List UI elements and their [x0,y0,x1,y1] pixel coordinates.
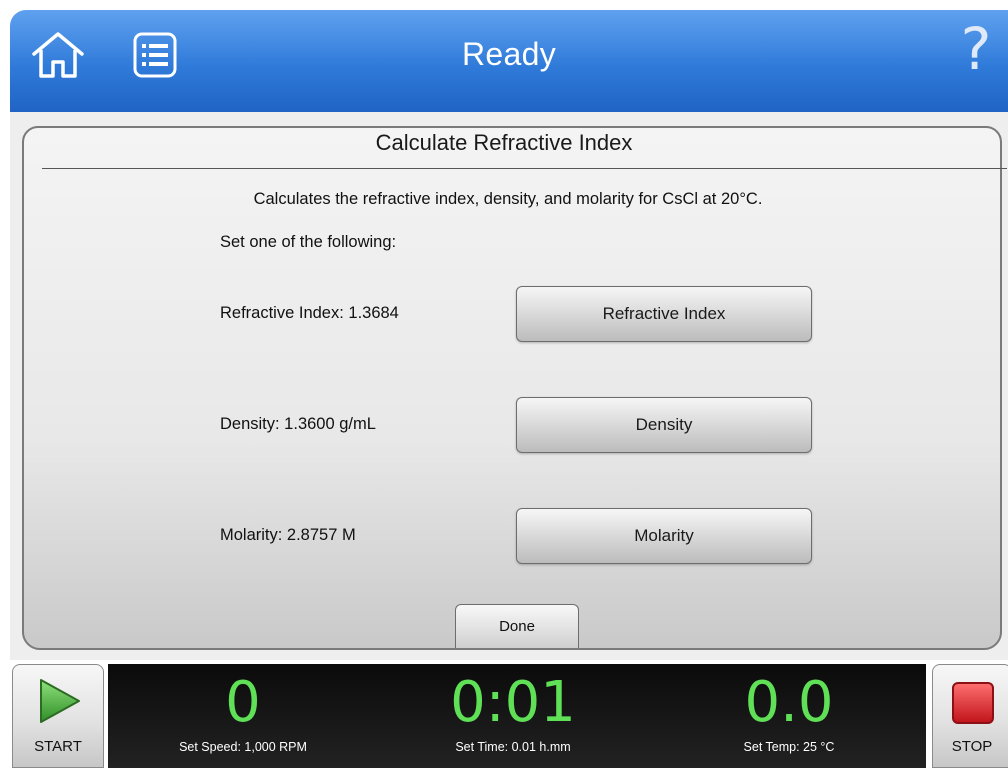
stop-button[interactable]: STOP [932,664,1008,768]
set-temp-label: Set Temp: 25 °C [743,740,835,754]
time-value: 0:01 [450,670,576,735]
time-readout: 0:01 Set Time: 0.01 h.mm [378,668,648,754]
set-time-label: Set Time: 0.01 h.mm [455,740,571,754]
set-speed-label: Set Speed: 1,000 RPM [179,740,307,754]
molarity-button[interactable]: Molarity [516,508,812,564]
speed-readout: 0 Set Speed: 1,000 RPM [108,668,378,754]
dialog-description: Calculates the refractive index, density… [253,190,763,208]
refractive-index-button[interactable]: Refractive Index [516,286,812,342]
list-menu-icon [133,32,177,78]
molarity-value: Molarity: 2.8757 M [220,526,356,544]
help-button[interactable]: ? [956,14,996,84]
home-button[interactable] [30,30,86,80]
density-value: Density: 1.3600 g/mL [220,415,376,433]
dialog-title: Calculate Refractive Index [375,130,633,155]
speed-value: 0 [225,670,261,735]
title-divider [42,168,1007,169]
home-icon [32,32,84,78]
temp-readout: 0.0 Set Temp: 25 °C [654,668,924,754]
stop-label: STOP [951,738,993,755]
run-status-display: 0 Set Speed: 1,000 RPM 0:01 Set Time: 0.… [108,664,926,768]
instruction-text: Set one of the following: [220,233,397,251]
temp-value: 0.0 [744,670,834,735]
start-button[interactable]: START [12,664,104,768]
refractive-index-value: Refractive Index: 1.3684 [220,304,399,322]
stop-icon [952,682,994,724]
help-icon: ? [960,15,992,83]
done-button[interactable]: Done [455,604,579,648]
density-button[interactable]: Density [516,397,812,453]
start-label: START [34,738,82,755]
play-icon [40,679,80,723]
menu-button[interactable] [128,30,182,80]
